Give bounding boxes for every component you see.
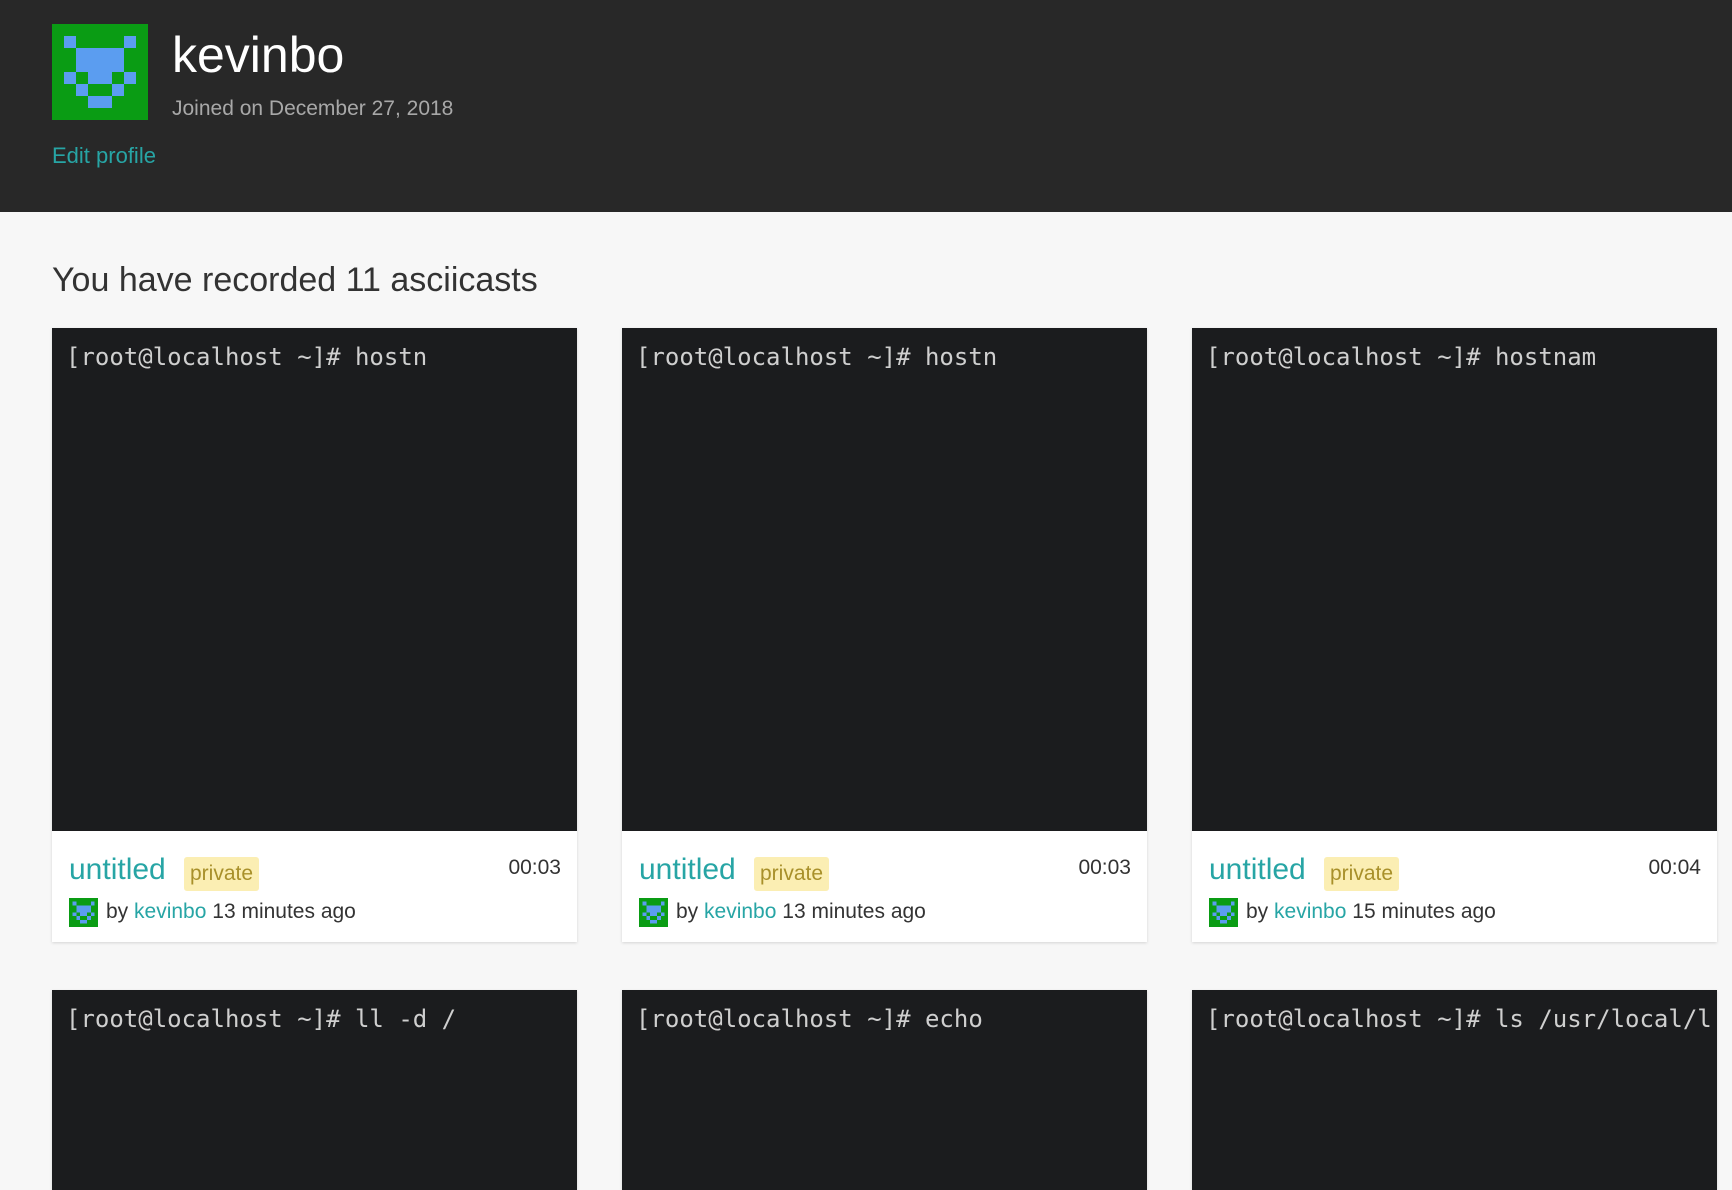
asciicast-thumbnail[interactable]: [root@localhost ~]# echo [622,990,1147,1190]
edit-profile-link[interactable]: Edit profile [52,142,156,170]
asciicasts-count-heading: You have recorded 11 asciicasts [52,261,538,299]
private-badge: private [184,857,260,891]
author-avatar-icon [639,897,668,927]
terminal-preview-text: [root@localhost ~]# hostn [636,343,998,371]
asciicast-info: untitled private 00:04 by kevinbo 15 min… [1192,831,1717,942]
terminal-preview-text: [root@localhost ~]# echo [636,1005,983,1033]
asciicast-thumbnail[interactable]: [root@localhost ~]# hostn [52,328,577,831]
recorded-time: 13 minutes ago [782,900,926,923]
asciicast-title-link[interactable]: untitled [1209,851,1306,889]
asciicast-card: [root@localhost ~]# echo [622,990,1147,1190]
terminal-preview-text: [root@localhost ~]# ls /usr/local/l [1206,1005,1712,1033]
author-avatar-icon [69,897,98,927]
asciicast-thumbnail[interactable]: [root@localhost ~]# hostnam [1192,328,1717,831]
by-label: by [1246,900,1269,923]
private-badge: private [754,857,830,891]
asciicast-duration: 00:04 [1648,856,1701,879]
profile-username: kevinbo [172,27,345,83]
by-label: by [106,900,129,923]
terminal-preview-text: [root@localhost ~]# ll -d / [66,1005,457,1033]
asciicast-card: [root@localhost ~]# ls /usr/local/l [1192,990,1717,1190]
profile-joined-date: Joined on December 27, 2018 [172,97,454,120]
terminal-preview-text: [root@localhost ~]# hostn [66,343,428,371]
asciicast-meta: by kevinbo 15 minutes ago [1209,897,1496,927]
asciicast-card: [root@localhost ~]# hostnam untitled pri… [1192,328,1717,942]
asciicast-title-link[interactable]: untitled [69,851,166,889]
terminal-preview-text: [root@localhost ~]# hostnam [1206,343,1597,371]
asciicast-duration: 00:03 [508,856,561,879]
asciicast-thumbnail[interactable]: [root@localhost ~]# ls /usr/local/l [1192,990,1717,1190]
author-link[interactable]: kevinbo [704,900,776,923]
recorded-time: 15 minutes ago [1352,900,1496,923]
asciicast-title-link[interactable]: untitled [639,851,736,889]
asciicast-card: [root@localhost ~]# ll -d / [52,990,577,1190]
by-label: by [676,900,699,923]
private-badge: private [1324,857,1400,891]
asciicast-card: [root@localhost ~]# hostn untitled priva… [52,328,577,942]
profile-header: kevinbo Joined on December 27, 2018 Edit… [0,0,1732,212]
asciicast-info: untitled private 00:03 by kevinbo 13 min… [622,831,1147,942]
recorded-time: 13 minutes ago [212,900,356,923]
user-avatar-icon [52,24,148,120]
asciicast-meta: by kevinbo 13 minutes ago [639,897,926,927]
asciicast-meta: by kevinbo 13 minutes ago [69,897,356,927]
asciicast-thumbnail[interactable]: [root@localhost ~]# hostn [622,328,1147,831]
asciicast-duration: 00:03 [1078,856,1131,879]
asciicast-info: untitled private 00:03 by kevinbo 13 min… [52,831,577,942]
asciicast-thumbnail[interactable]: [root@localhost ~]# ll -d / [52,990,577,1190]
author-link[interactable]: kevinbo [1274,900,1346,923]
author-avatar-icon [1209,897,1238,927]
asciicast-card: [root@localhost ~]# hostn untitled priva… [622,328,1147,942]
author-link[interactable]: kevinbo [134,900,206,923]
